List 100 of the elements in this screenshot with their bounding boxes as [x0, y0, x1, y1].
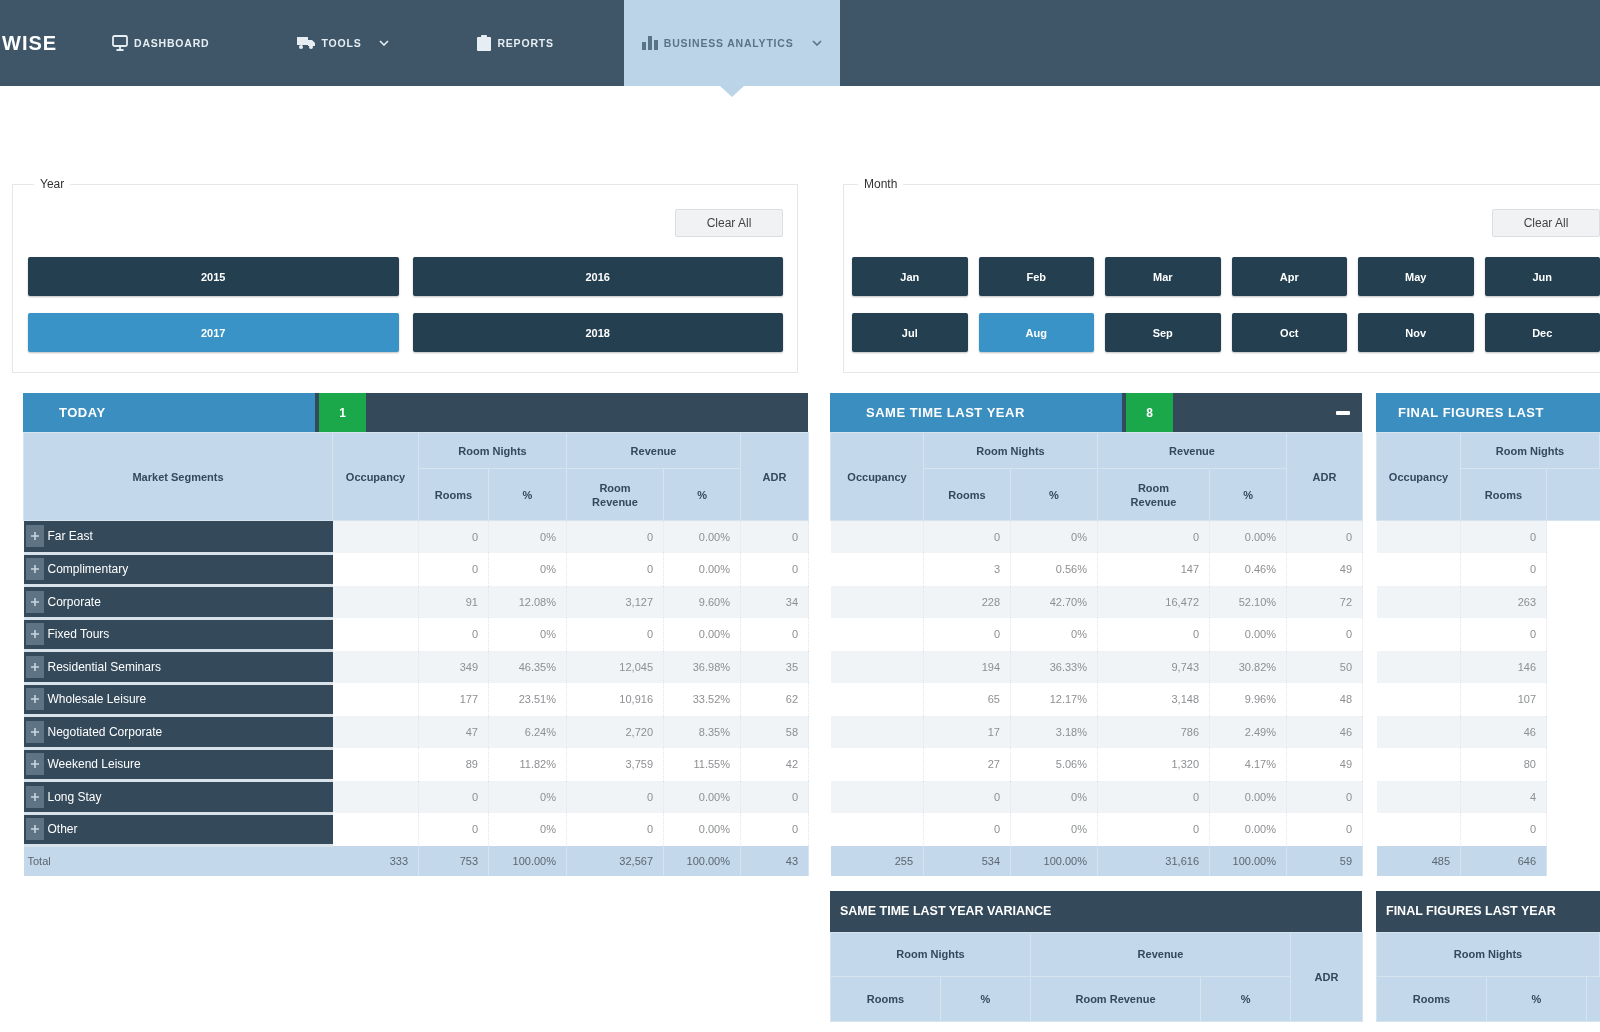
filter-button[interactable]: 2015 — [28, 257, 399, 296]
truck-icon — [297, 37, 316, 49]
plus-square-icon[interactable] — [25, 590, 44, 613]
column-header: Rooms — [1376, 976, 1487, 1021]
segment-label[interactable]: Negotiated Corporate — [47, 724, 163, 739]
column-header: Occupancy — [332, 432, 419, 521]
clipboard-icon — [477, 35, 492, 51]
nav-tab[interactable]: DASHBOARD — [94, 0, 228, 86]
table-cell: 0% — [488, 553, 567, 586]
segment-label[interactable]: Complimentary — [47, 562, 129, 577]
total-cell: 100.00% — [1010, 845, 1098, 876]
table-cell: 1,320 — [1097, 748, 1210, 781]
filter-button[interactable]: Feb — [978, 257, 1094, 296]
column-header: ADR — [740, 432, 809, 521]
filter-button[interactable]: Apr — [1231, 257, 1347, 296]
count-badge: 8 — [1126, 393, 1173, 432]
total-label: Total — [23, 845, 333, 876]
table-cell: 3,148 — [1097, 683, 1210, 716]
plus-square-icon[interactable] — [25, 558, 44, 581]
segment-label[interactable]: Residential Seminars — [47, 659, 161, 674]
column-header: Room Revenue — [566, 468, 664, 521]
column-header: Room Nights — [418, 432, 567, 469]
table-cell: 0 — [566, 618, 664, 651]
table-cell: 5.06% — [1010, 748, 1098, 781]
filter-legend: Month — [858, 177, 904, 191]
column-header: % — [1200, 976, 1291, 1021]
monitor-icon — [112, 35, 128, 51]
segment-label[interactable]: Wholesale Leisure — [47, 692, 147, 707]
filter-button[interactable]: Sep — [1105, 313, 1221, 352]
panel-title: FINAL FIGURES LAST YEAR — [1385, 903, 1556, 920]
table-cell: 0 — [1460, 618, 1547, 651]
segment-label[interactable]: Far East — [47, 529, 93, 544]
table-cell: 0 — [566, 553, 664, 586]
panel-title: TODAY — [23, 393, 315, 432]
table-cell: 0% — [488, 618, 567, 651]
filter-button[interactable]: Jan — [852, 257, 968, 296]
table-cell: 0 — [1286, 813, 1363, 846]
filter-button[interactable]: 2018 — [412, 313, 783, 352]
table-cell: 49 — [1286, 748, 1363, 781]
filter-button[interactable]: 2016 — [412, 257, 783, 296]
clear-all-button[interactable]: Clear All — [675, 209, 783, 237]
column-header: Rooms — [1460, 468, 1547, 521]
table-cell: 0.00% — [663, 618, 741, 651]
segment-label[interactable]: Other — [47, 822, 78, 837]
nav-tab[interactable]: TOOLS — [279, 0, 408, 86]
plus-square-icon[interactable] — [25, 688, 44, 711]
column-header: Revenue — [1097, 432, 1287, 469]
segment-label[interactable]: Corporate — [47, 594, 101, 609]
filter-button[interactable]: Dec — [1484, 313, 1600, 352]
filter-button[interactable]: May — [1358, 257, 1474, 296]
column-header: Room Nights — [1376, 932, 1600, 976]
column-header: Rooms — [418, 468, 489, 521]
total-cell: 59 — [1286, 845, 1363, 876]
column-header: Rooms — [830, 976, 941, 1021]
table-cell: 62 — [740, 683, 809, 716]
bar-chart-icon — [641, 36, 658, 50]
filter-button[interactable]: Oct — [1231, 313, 1347, 352]
segment-label[interactable]: Fixed Tours — [47, 627, 110, 642]
filter-button[interactable]: Jun — [1484, 257, 1600, 296]
table-cell: 10,916 — [566, 683, 664, 716]
table-cell: 9.96% — [1209, 683, 1287, 716]
segment-label[interactable]: Long Stay — [47, 789, 102, 804]
table-cell: 23.51% — [488, 683, 567, 716]
total-cell: 646 — [1460, 845, 1547, 876]
nav-tab[interactable]: REPORTS — [459, 0, 572, 86]
column-header: Room Revenue — [1097, 468, 1210, 521]
clear-all-button[interactable]: Clear All — [1492, 209, 1600, 237]
table-cell: 33.52% — [663, 683, 741, 716]
segment-label[interactable]: Weekend Leisure — [47, 757, 141, 772]
table-cell: 0% — [1010, 813, 1098, 846]
table-cell: 0 — [923, 618, 1011, 651]
column-header: Room Nights — [830, 932, 1031, 976]
plus-square-icon[interactable] — [25, 720, 44, 743]
table-cell: 0 — [418, 813, 489, 846]
total-cell: 43 — [740, 845, 809, 876]
filter-legend: Year — [34, 177, 71, 191]
total-cell: 333 — [332, 845, 419, 876]
column-header: % — [663, 468, 741, 521]
table-cell: 80 — [1460, 748, 1547, 781]
plus-square-icon[interactable] — [25, 785, 44, 808]
table-cell: 0.56% — [1010, 553, 1098, 586]
column-header: % — [1010, 468, 1098, 521]
filter-button[interactable]: Mar — [1105, 257, 1221, 296]
panel-title: SAME TIME LAST YEAR — [830, 393, 1122, 432]
minus-icon[interactable] — [1336, 410, 1350, 415]
table-cell: 0.00% — [1209, 813, 1287, 846]
filter-button[interactable]: Jul — [852, 313, 968, 352]
count-badge: 1 — [319, 393, 366, 432]
column-header: Room Nights — [923, 432, 1098, 469]
plus-square-icon[interactable] — [25, 525, 44, 548]
plus-square-icon[interactable] — [25, 655, 44, 678]
filter-button[interactable]: Nov — [1358, 313, 1474, 352]
total-cell: 100.00% — [1209, 845, 1287, 876]
column-header: % — [1209, 468, 1287, 521]
plus-square-icon[interactable] — [25, 623, 44, 646]
plus-square-icon[interactable] — [25, 753, 44, 776]
plus-square-icon[interactable] — [25, 818, 44, 841]
total-cell: 100.00% — [663, 845, 741, 876]
column-header: Rooms — [923, 468, 1011, 521]
column-header: Occupancy — [830, 432, 924, 521]
